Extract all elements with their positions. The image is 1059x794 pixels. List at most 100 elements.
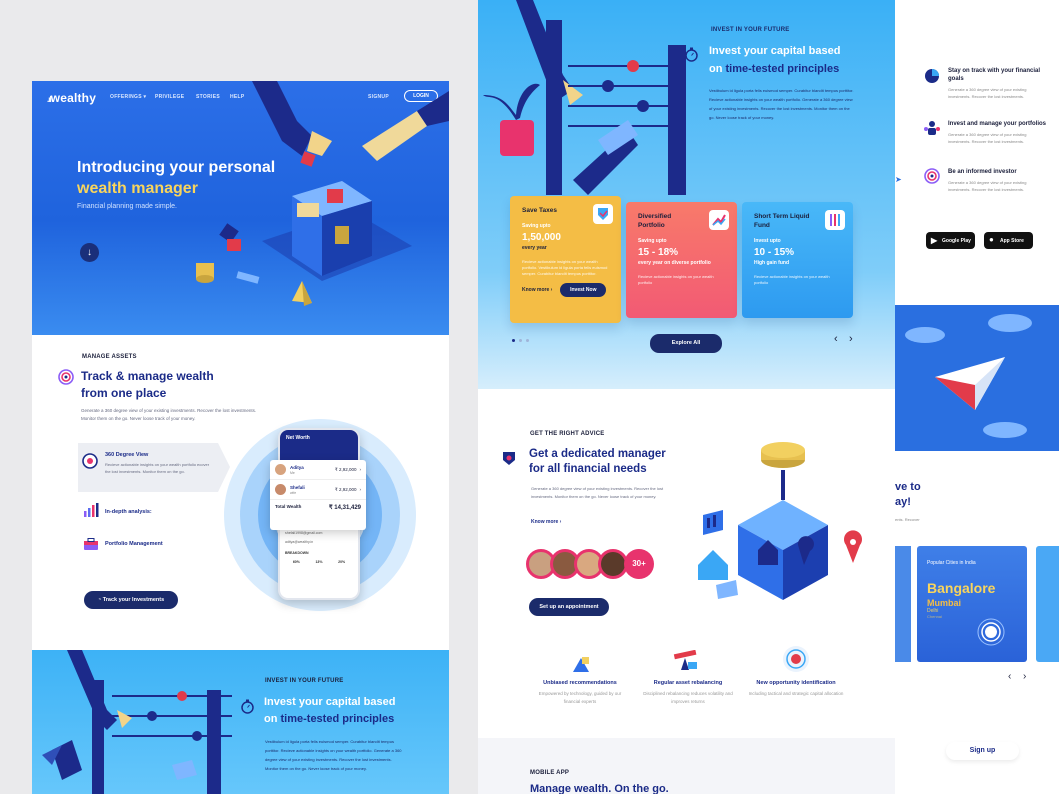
- target-icon: [924, 168, 940, 184]
- know-more-label: Know more: [531, 519, 559, 525]
- advice-title-line1: Get a dedicated manager: [529, 448, 666, 460]
- paper-plane-small-icon: ➤: [895, 175, 902, 184]
- banner-title-partial: ve to ay!: [895, 480, 921, 510]
- banner-title-line1: ve to: [895, 481, 921, 493]
- hero-subtitle: Financial planning made simple.: [77, 203, 177, 210]
- chevron-left-icon[interactable]: ‹: [834, 333, 838, 345]
- signup-banner: [895, 305, 1059, 451]
- chevron-right-icon[interactable]: ›: [1023, 671, 1026, 682]
- benefit-title: Unbiased recommendations: [543, 680, 617, 686]
- carousel-dots[interactable]: [512, 339, 529, 342]
- card-sub: every year: [522, 245, 547, 251]
- explore-all-button[interactable]: Explore All: [650, 334, 722, 353]
- invest-description: Vestibulum id ligula porta felis euismod…: [265, 739, 402, 771]
- manage-title-line1: Track & manage wealth: [81, 369, 214, 383]
- app-feature-desc: Generate a 360 degree view of your exist…: [948, 132, 1027, 144]
- carousel-dot[interactable]: [526, 339, 529, 342]
- carousel-dot[interactable]: [512, 339, 515, 342]
- stopwatch-icon: [241, 699, 254, 714]
- benefit-rebalancing: Regular asset rebalancing Disciplined re…: [638, 680, 738, 706]
- city-primary: Bangalore: [927, 580, 996, 596]
- product-card-save-taxes[interactable]: Save Taxes Saving upto 1,50,000 every ye…: [510, 196, 621, 323]
- google-play-label: Google Play: [942, 238, 971, 244]
- app-feature-informed: Be an informed investor Generate a 360 d…: [948, 168, 1048, 193]
- landing-page-panel-1: .ılwealthy OFFERINGS ▾ PRIVILEGE STORIES…: [32, 81, 449, 794]
- landing-page-panel-3: Stay on track with your financial goals …: [895, 0, 1059, 794]
- chevron-right-icon: ›: [550, 287, 553, 293]
- breakdown-pct-3: 20%: [338, 560, 346, 564]
- nav-privilege[interactable]: PRIVILEGE: [155, 94, 184, 100]
- advice-know-more-link[interactable]: Know more ›: [531, 519, 561, 525]
- city-card-india[interactable]: Popular Cities in India Bangalore Mumbai…: [917, 546, 1027, 662]
- briefcase-icon: [84, 538, 98, 550]
- feature-portfolio-title[interactable]: Portfolio Management: [105, 541, 163, 547]
- bar-chart-icon: [84, 503, 99, 517]
- banner-title-line2: ay!: [895, 496, 911, 508]
- setup-appointment-button[interactable]: Set up an appointment: [529, 598, 609, 616]
- total-wealth-value: ₹ 14,31,429: [328, 505, 361, 511]
- networth-card: Aditya Me ₹ 2,92,000 › Shefali wife ₹ 2,92,…: [270, 460, 366, 530]
- track-investments-label: Track your Investments: [102, 597, 165, 603]
- landing-page-panel-2: INVEST IN YOUR FUTURE Invest your capita…: [478, 0, 895, 794]
- card-sub: every year on diverse portfolio: [638, 260, 711, 266]
- city-secondary: Mumbai: [927, 598, 962, 608]
- app-store-button[interactable]: ● App Store: [984, 232, 1033, 249]
- card-desc: Recieve actionable insights on your weal…: [522, 259, 608, 276]
- benefit-title: Regular asset rebalancing: [653, 680, 723, 686]
- app-feature-goals: Stay on track with your financial goals …: [948, 67, 1048, 100]
- total-wealth-label: Total Wealth: [275, 504, 302, 509]
- product-card-diversified[interactable]: Diversified Portfolio Saving upto 15 - 1…: [626, 202, 737, 318]
- invest-title-on: on: [709, 63, 726, 75]
- benefit-opportunity: New opportunity identification Including…: [746, 680, 846, 698]
- product-card-liquid-fund[interactable]: Short Term Liquid Fund Invest upto 10 - …: [742, 202, 853, 318]
- benefit-desc: Empowered by technology, guided by our f…: [538, 691, 622, 704]
- arrow-down-icon: ↓: [87, 247, 92, 258]
- target-icon: [82, 453, 98, 469]
- city-card-partial-left: [895, 546, 911, 662]
- track-investments-button[interactable]: ◔ Track your Investments: [84, 591, 178, 609]
- invest-tag: INVEST IN YOUR FUTURE: [711, 27, 790, 33]
- benefit-unbiased: Unbiased recommendations Empowered by te…: [530, 680, 630, 706]
- benefit-title: New opportunity identification: [756, 680, 836, 686]
- nav-offerings[interactable]: OFFERINGS ▾: [110, 94, 146, 100]
- hero-section: .ılwealthy OFFERINGS ▾ PRIVILEGE STORIES…: [32, 81, 449, 335]
- card-desc: Recieve actionable insights on your weal…: [754, 274, 830, 285]
- app-feature-portfolios: Invest and manage your portfolios Genera…: [948, 120, 1048, 145]
- phone-row-3: aditya@wealthy.in: [285, 540, 314, 544]
- people-icon: [924, 121, 940, 135]
- app-feature-title: Stay on track with your financial goals: [948, 68, 1041, 82]
- trend-icon: [709, 210, 729, 230]
- mobile-tag: MOBILE APP: [530, 770, 570, 776]
- city-card-label: Popular Cities in India: [927, 560, 976, 566]
- cube-illustration: [698, 442, 862, 600]
- carousel-dot[interactable]: [519, 339, 522, 342]
- feature-analysis-title[interactable]: In-depth analysis:: [105, 509, 152, 515]
- card-value: 10 - 15%: [754, 247, 795, 258]
- know-more-label: Know more: [522, 287, 550, 293]
- advice-tag: GET THE RIGHT ADVICE: [530, 431, 605, 437]
- invest-title: Invest your capital based on time-tested…: [709, 42, 840, 78]
- chevron-left-icon[interactable]: ‹: [1008, 671, 1011, 682]
- signup-button[interactable]: Sign up: [946, 742, 1019, 760]
- chevron-right-icon[interactable]: ›: [849, 333, 853, 345]
- invest-now-button[interactable]: Invest Now: [560, 283, 607, 297]
- shield-badge-icon: [503, 452, 515, 465]
- balance-icon: [673, 650, 697, 670]
- wealthy-logo[interactable]: .ılwealthy: [47, 91, 96, 105]
- user2-amount: ₹ 2,92,000: [334, 486, 357, 492]
- more-managers-badge[interactable]: 30+: [624, 549, 654, 579]
- app-feature-desc: Generate a 360 degree view of your exist…: [948, 87, 1027, 99]
- invest-section: INVEST IN YOUR FUTURE Invest your capita…: [478, 0, 895, 389]
- hero-blocks-illustration: [196, 81, 449, 306]
- advice-title: Get a dedicated manager for all financia…: [529, 447, 666, 477]
- play-icon: ▶: [931, 236, 938, 245]
- invest-title-on: on: [264, 713, 281, 725]
- card-value: 1,50,000: [522, 232, 561, 243]
- scroll-down-button[interactable]: ↓: [80, 243, 99, 262]
- abacus-illustration: [483, 0, 686, 195]
- google-play-button[interactable]: ▶ Google Play: [926, 232, 975, 249]
- know-more-link[interactable]: Know more ›: [522, 287, 552, 293]
- banner-desc-partial: ents. Recover: [895, 517, 920, 522]
- phone-breakdown-label: BREAKDOWN: [285, 551, 309, 555]
- shield-icon: [593, 204, 613, 224]
